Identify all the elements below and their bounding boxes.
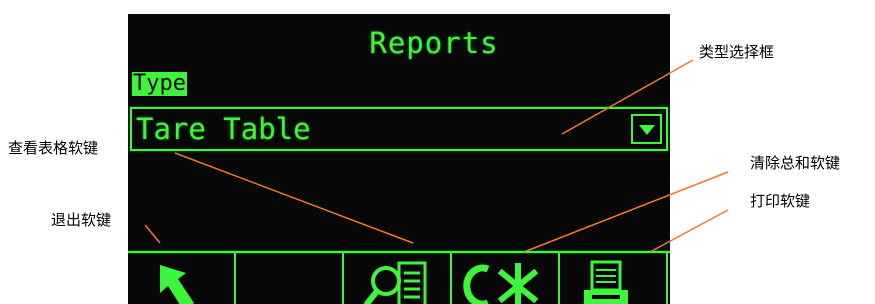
leader-type-select	[561, 59, 694, 135]
leader-clear-total	[523, 171, 729, 253]
callout-clear-total: 清除总和软键	[750, 154, 841, 172]
callout-type-select: 类型选择框	[699, 43, 775, 61]
callout-view-table: 查看表格软键	[8, 139, 99, 157]
leader-print	[649, 209, 729, 253]
leader-view-table	[174, 152, 414, 244]
callout-print: 打印软键	[750, 192, 811, 210]
leader-exit	[144, 224, 161, 244]
callout-exit: 退出软键	[51, 211, 112, 229]
